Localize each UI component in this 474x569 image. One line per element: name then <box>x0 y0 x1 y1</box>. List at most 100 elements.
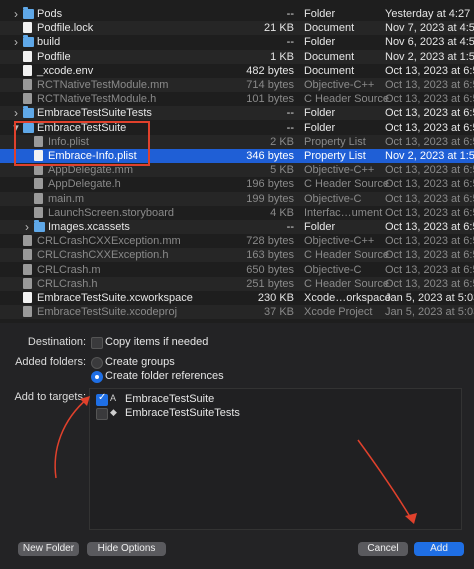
document-icon <box>23 249 32 261</box>
file-size: 163 bytes <box>246 249 294 262</box>
file-size: -- <box>286 221 294 233</box>
copy-items-checkbox[interactable] <box>91 337 103 349</box>
file-size: 728 bytes <box>246 235 294 248</box>
file-row[interactable]: CRLCrashCXXException.mm 728 bytes Objectiv… <box>0 234 474 248</box>
copy-items-label[interactable]: Copy items if needed <box>105 336 208 348</box>
file-row[interactable]: AppDelegate.h 196 bytes C Header Source Oct… <box>0 177 474 191</box>
file-row[interactable]: RCTNativeTestModule.h 101 bytes C Header S… <box>0 92 474 106</box>
added-folders-label: Added folders: <box>15 356 86 368</box>
target-checkbox-embracetestsuite[interactable] <box>96 392 108 406</box>
file-name: CRLCrash.m <box>37 263 101 276</box>
file-kind: C Header Source <box>304 249 389 262</box>
file-kind: Objective-C <box>304 263 362 276</box>
folder-icon <box>23 35 34 48</box>
file-kind: Folder <box>304 8 336 20</box>
file-date: Yesterday at 4:27 P <box>385 8 474 20</box>
file-name: EmbraceTestSuiteTests <box>37 107 152 120</box>
folder-icon <box>23 7 34 19</box>
file-kind: C Header Source <box>304 178 389 191</box>
file-date: Jan 5, 2023 at 5:03 P <box>385 292 474 304</box>
test-target-icon: ◆ <box>110 407 117 417</box>
file-row[interactable]: RCTNativeTestModule.mm 714 bytes Objective… <box>0 78 474 92</box>
chevron-right-icon[interactable]: › <box>11 7 21 21</box>
create-folder-references-radio[interactable] <box>91 371 103 383</box>
file-name: build <box>37 36 61 49</box>
document-icon <box>23 235 32 247</box>
targets-list[interactable]: A EmbraceTestSuite ◆ EmbraceTestSuiteTes… <box>89 388 462 530</box>
file-date: Oct 13, 2023 at 6:56 P <box>385 64 474 77</box>
cancel-button[interactable]: Cancel <box>358 542 408 556</box>
file-date: Oct 13, 2023 at 6:56 P <box>385 164 474 177</box>
file-name: EmbraceTestSuite.xcodeproj <box>37 306 178 319</box>
hide-options-button[interactable]: Hide Options <box>87 542 166 556</box>
document-icon <box>23 64 32 76</box>
file-date: Oct 13, 2023 at 6:56 P <box>385 221 474 233</box>
file-row[interactable]: LaunchScreen.storyboard 4 KB Interfac…umen… <box>0 206 474 220</box>
new-folder-button[interactable]: New Folder <box>18 542 79 556</box>
file-size: 37 KB <box>264 306 294 319</box>
file-kind: Property List <box>304 135 366 148</box>
file-date: Oct 13, 2023 at 6:56 P <box>385 249 474 262</box>
folder-icon <box>34 220 45 232</box>
create-groups-label[interactable]: Create groups <box>105 356 175 368</box>
folder-row[interactable]: › Images.xcassets -- Folder Oct 13, 2023 at … <box>0 220 474 234</box>
document-icon <box>23 79 32 90</box>
file-name: CRLCrash.h <box>37 277 98 290</box>
file-row[interactable]: CRLCrash.m 650 bytes Objective-C Oct 13, 20… <box>0 263 474 277</box>
file-kind: Folder <box>304 221 336 233</box>
file-row[interactable]: Podfile.lock 21 KB Document Nov 7, 2023 at … <box>0 21 474 36</box>
target-checkbox-embracetestsuitetests[interactable] <box>96 408 108 420</box>
file-name: Podfile <box>37 50 71 63</box>
file-row[interactable]: Podfile 1 KB Document Nov 2, 2023 at 1:58 P <box>0 49 474 64</box>
file-kind: Document <box>304 22 355 35</box>
file-size: 650 bytes <box>246 263 294 276</box>
document-icon <box>23 292 32 303</box>
file-row[interactable]: _xcode.env 482 bytes Document Oct 13, 2023 … <box>0 64 474 78</box>
file-name: RCTNativeTestModule.mm <box>37 79 169 91</box>
target-label-embracetestsuitetests[interactable]: EmbraceTestSuiteTests <box>125 407 240 419</box>
file-date: Oct 13, 2023 at 6:56 P <box>385 206 474 219</box>
file-name: CRLCrashCXXException.h <box>37 249 169 262</box>
file-date: Oct 13, 2023 at 6:56 P <box>385 277 474 290</box>
chevron-right-icon[interactable]: › <box>22 220 32 234</box>
file-row[interactable]: CRLCrash.h 251 bytes C Header Source Oct 13… <box>0 276 474 291</box>
file-kind: Objective-C++ <box>304 164 375 177</box>
file-row[interactable]: CRLCrashCXXException.h 163 bytes C Header … <box>0 248 474 263</box>
file-kind: Xcode Project <box>304 306 373 319</box>
file-date: Nov 6, 2023 at 4:59 P <box>385 36 474 49</box>
file-row[interactable]: main.m 199 bytes Objective-C Oct 13, 2023 a… <box>0 191 474 206</box>
target-label-embracetestsuite[interactable]: EmbraceTestSuite <box>125 393 214 405</box>
file-size: 714 bytes <box>246 79 294 91</box>
file-size: 230 KB <box>257 292 294 304</box>
file-date: Oct 13, 2023 at 6:56 P <box>385 135 474 148</box>
file-kind: Document <box>304 64 355 77</box>
file-size: 101 bytes <box>246 93 294 106</box>
add-to-targets-label: Add to targets: <box>14 391 86 403</box>
file-name: _xcode.env <box>37 64 94 77</box>
file-name: Podfile.lock <box>37 22 94 35</box>
file-date: Oct 13, 2023 at 6:56 P <box>385 93 474 106</box>
folder-row[interactable]: › Pods -- Folder Yesterday at 4:27 P <box>0 7 474 21</box>
file-name: Pods <box>37 8 63 20</box>
create-folder-references-label[interactable]: Create folder references <box>105 370 224 382</box>
file-size: 2 KB <box>270 135 294 148</box>
file-date: Jan 5, 2023 at 5:03 P <box>385 306 474 319</box>
document-icon <box>23 22 32 34</box>
folder-row[interactable]: › build -- Folder Nov 6, 2023 at 4:59 P <box>0 35 474 49</box>
document-icon <box>23 93 32 105</box>
file-name: CRLCrashCXXException.mm <box>37 235 181 248</box>
folder-icon <box>23 106 34 119</box>
file-kind: Folder <box>304 36 336 49</box>
file-row[interactable]: EmbraceTestSuite.xcworkspace 230 KB Xcode…… <box>0 291 474 305</box>
chevron-right-icon[interactable]: › <box>11 35 21 49</box>
file-date: Nov 2, 2023 at 1:58 P <box>385 150 474 162</box>
file-row[interactable]: EmbraceTestSuite.xcodeproj 37 KB Xcode Pro… <box>0 305 474 320</box>
file-size: -- <box>286 107 294 120</box>
file-kind: C Header Source <box>304 93 389 106</box>
add-button[interactable]: Add <box>414 542 464 556</box>
annotation-arrow-targets <box>54 397 89 479</box>
chevron-right-icon[interactable]: › <box>11 106 21 120</box>
create-groups-radio[interactable] <box>91 357 103 369</box>
file-date: Oct 13, 2023 at 6:56 P <box>385 178 474 191</box>
folder-row[interactable]: › EmbraceTestSuiteTests -- Folder Oct 13, 20… <box>0 106 474 121</box>
